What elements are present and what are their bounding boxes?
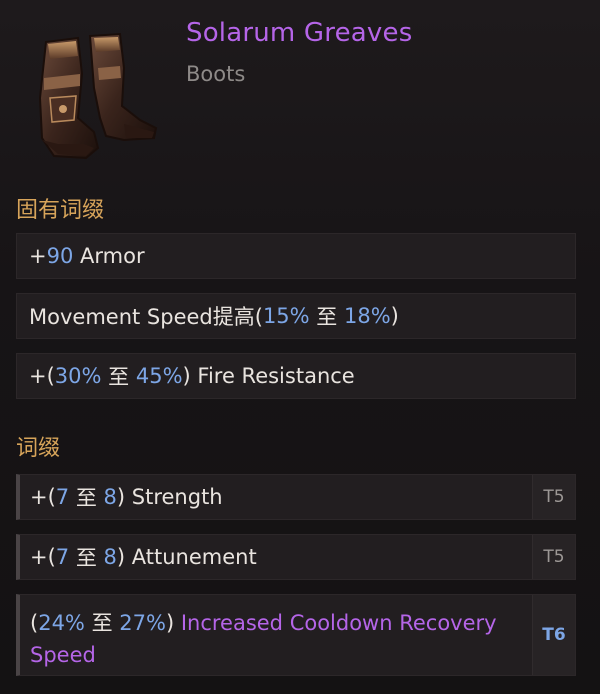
- str-label: ) Strength: [116, 485, 223, 509]
- fr-label: ) Fire Resistance: [182, 364, 355, 388]
- implicit-section-title: 固有词缀: [16, 198, 105, 223]
- affix-cooldown-row: (24% 至 27%) Increased Cooldown Recovery …: [16, 594, 576, 676]
- ms-min: 15%: [262, 304, 310, 328]
- cooldown-text: (24% 至 27%) Increased Cooldown Recovery …: [30, 607, 525, 671]
- str-prefix: +(: [30, 485, 56, 509]
- ms-label: Movement Speed提高(: [29, 305, 263, 329]
- item-tooltip: Solarum Greaves Boots 固有词缀 +90 Armor Mov…: [0, 0, 600, 694]
- str-to: 至: [69, 486, 104, 510]
- str-min: 7: [55, 485, 70, 509]
- att-label: ) Attunement: [116, 545, 257, 569]
- armor-value: 90: [46, 244, 74, 268]
- cd-to: 至: [84, 611, 120, 635]
- cd-prefix: (: [30, 611, 39, 635]
- item-name: Solarum Greaves: [186, 18, 413, 48]
- str-max: 8: [103, 485, 117, 509]
- fr-to: 至: [101, 365, 136, 389]
- fr-min: 30%: [54, 364, 102, 388]
- ms-close: ): [390, 304, 399, 328]
- armor-label: Armor: [73, 244, 145, 268]
- cd-close: ): [165, 611, 181, 635]
- affix-attunement-row: +(7 至 8) Attunement T5: [16, 534, 576, 580]
- ms-max: 18%: [343, 304, 391, 328]
- implicit-fire-resistance-row: +(30% 至 45%) Fire Resistance: [16, 353, 576, 399]
- affix-strength-row: +(7 至 8) Strength T5: [16, 474, 576, 520]
- fr-prefix: +(: [29, 364, 55, 388]
- armor-prefix: +: [29, 244, 47, 268]
- cd-max: 27%: [119, 611, 166, 635]
- tier-badge: T6: [532, 595, 575, 675]
- boots-icon: [38, 32, 158, 160]
- affix-section-title: 词缀: [16, 436, 61, 461]
- ms-to: 至: [309, 305, 344, 329]
- att-max: 8: [103, 545, 117, 569]
- att-min: 7: [55, 545, 70, 569]
- fr-max: 45%: [135, 364, 183, 388]
- tier-badge: T5: [532, 535, 575, 579]
- att-prefix: +(: [30, 545, 56, 569]
- implicit-movement-speed-row: Movement Speed提高(15% 至 18%): [16, 293, 576, 339]
- tier-badge: T5: [532, 475, 575, 519]
- item-type: Boots: [186, 62, 246, 86]
- att-to: 至: [69, 546, 104, 570]
- cd-min: 24%: [38, 611, 85, 635]
- implicit-armor-row: +90 Armor: [16, 233, 576, 279]
